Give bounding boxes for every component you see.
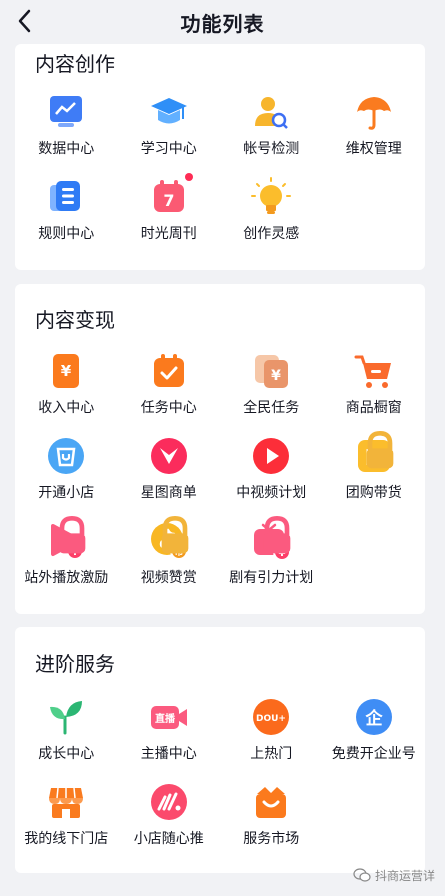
lock-icon (366, 430, 394, 469)
tiktok-coin-icon: 币 (149, 515, 189, 561)
play-yuan-icon: ¥ (46, 515, 86, 561)
star-map-icon (149, 436, 189, 476)
section-title: 内容创作 (35, 52, 115, 76)
item-go-trending[interactable]: DOU+ 上热门 (220, 687, 323, 772)
item-creative-inspiration[interactable]: 创作灵感 (220, 167, 323, 252)
shop-boost-icon (149, 782, 189, 822)
shop-bag-icon (46, 436, 86, 476)
yuan-cards-icon: ¥ (251, 351, 291, 391)
task-check-icon (149, 351, 189, 391)
lightbulb-icon (251, 177, 292, 217)
svg-text:¥: ¥ (61, 362, 72, 380)
item-learning-center[interactable]: 学习中心 (118, 82, 221, 167)
lock-icon (161, 515, 189, 554)
item-offsite-play-incentive[interactable]: ¥ 站外播放激励 (15, 511, 118, 596)
item-growth-center[interactable]: 成长中心 (15, 687, 118, 772)
item-mid-video-plan[interactable]: 中视频计划 (220, 426, 323, 511)
enterprise-icon: 企 (354, 697, 394, 737)
function-grid: 成长中心 直播 主播中心 DOU+ 上热门 企 免费开企业号 我的线下门店 小店… (15, 687, 425, 857)
yuan-phone-icon: ¥ (46, 351, 86, 391)
item-shop-boost[interactable]: 小店随心推 (118, 772, 221, 857)
item-streamer-center[interactable]: 直播 主播中心 (118, 687, 221, 772)
dou-plus-icon: DOU+ (251, 697, 291, 737)
item-time-weekly[interactable]: 7 时光周刊 (118, 167, 221, 252)
watermark-text: 抖商运营详 (374, 868, 435, 883)
lock-icon (58, 515, 86, 554)
rules-doc-icon (46, 177, 86, 217)
shopping-cart-icon (354, 351, 394, 391)
tv-yuan-icon: ¥ (251, 515, 292, 561)
svg-text:¥: ¥ (271, 368, 281, 384)
group-buy-icon: 团 (354, 430, 394, 476)
item-rules-center[interactable]: 规则中心 (15, 167, 118, 252)
live-camera-icon: 直播 (149, 697, 189, 737)
calendar-7-icon: 7 (149, 173, 193, 217)
wechat-icon (353, 868, 371, 882)
data-center-icon (46, 92, 86, 132)
svg-text:DOU+: DOU+ (256, 714, 286, 724)
item-account-check[interactable]: 帐号检测 (220, 82, 323, 167)
umbrella-icon (354, 92, 394, 132)
item-free-enterprise-account[interactable]: 企 免费开企业号 (323, 687, 426, 772)
function-grid: 数据中心 学习中心 帐号检测 维权管理 规则中心 7 时光周刊 创作灵感 (15, 82, 425, 252)
notification-dot (184, 173, 193, 181)
section-title: 内容变现 (35, 308, 115, 332)
service-market-icon (251, 782, 291, 822)
section-title: 进阶服务 (35, 652, 115, 676)
item-service-market[interactable]: 服务市场 (220, 772, 323, 857)
play-circle-icon (251, 436, 291, 476)
item-group-buy[interactable]: 团 团购带货 (323, 426, 426, 511)
item-task-center[interactable]: 任务中心 (118, 341, 221, 426)
svg-text:企: 企 (364, 708, 383, 729)
back-arrow-icon[interactable] (10, 6, 40, 36)
section-advanced-services: 进阶服务 成长中心 直播 主播中心 DOU+ 上热门 企 免费开企业号 我的线下… (15, 627, 425, 873)
svg-text:直播: 直播 (155, 712, 176, 725)
item-income-center[interactable]: ¥ 收入中心 (15, 341, 118, 426)
item-drama-gravity-plan[interactable]: ¥ 剧有引力计划 (220, 511, 323, 596)
function-grid: ¥ 收入中心 任务中心 ¥ 全民任务 商品橱窗 开通小店 星图商单 中视频计划 … (15, 341, 425, 596)
lock-icon (263, 515, 291, 554)
storefront-icon (46, 782, 86, 822)
item-my-offline-store[interactable]: 我的线下门店 (15, 772, 118, 857)
item-open-shop[interactable]: 开通小店 (15, 426, 118, 511)
section-content-creation: 内容创作 数据中心 学习中心 帐号检测 维权管理 规则中心 7 时光周刊 创作灵… (15, 44, 425, 270)
page-title: 功能列表 (180, 11, 265, 36)
svg-text:7: 7 (163, 191, 174, 210)
item-all-tasks[interactable]: ¥ 全民任务 (220, 341, 323, 426)
sprout-icon (46, 697, 86, 737)
item-star-map-orders[interactable]: 星图商单 (118, 426, 221, 511)
watermark: 抖商运营详 (353, 866, 435, 884)
item-rights-management[interactable]: 维权管理 (323, 82, 426, 167)
section-content-monetization: 内容变现 ¥ 收入中心 任务中心 ¥ 全民任务 商品橱窗 开通小店 星图商单 中… (15, 284, 425, 614)
item-product-showcase[interactable]: 商品橱窗 (323, 341, 426, 426)
graduation-cap-icon (149, 92, 189, 132)
account-check-icon (251, 92, 291, 132)
item-video-tipping[interactable]: 币 视频赞赏 (118, 511, 221, 596)
item-data-center[interactable]: 数据中心 (15, 82, 118, 167)
top-bar: 功能列表 (0, 0, 445, 44)
